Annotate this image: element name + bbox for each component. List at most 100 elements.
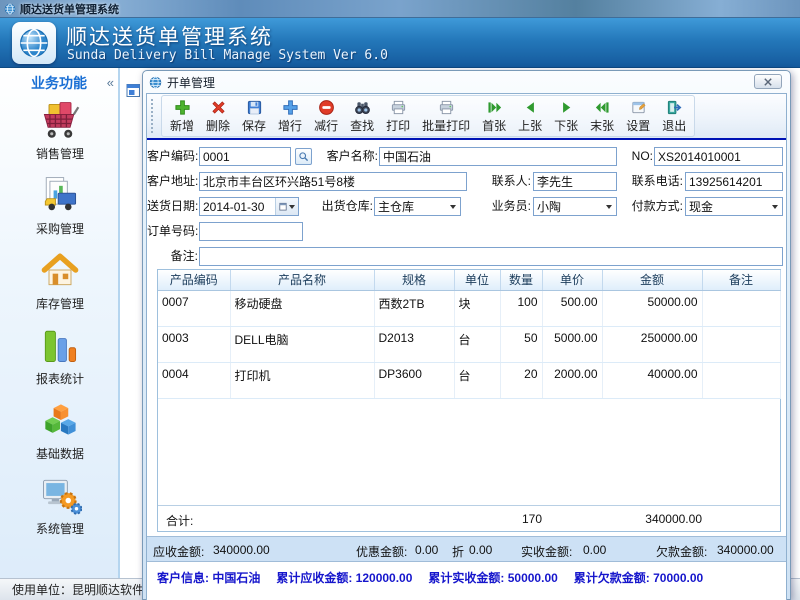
mdi-child-tab-icon[interactable]: [126, 83, 141, 98]
salesman-select[interactable]: 小陶: [533, 197, 617, 216]
contact-input[interactable]: [533, 172, 617, 191]
system-gear-icon: [38, 473, 82, 517]
received-value: 0.00: [583, 543, 606, 557]
printer-icon: [390, 99, 407, 116]
customer-lookup-button[interactable]: [295, 148, 312, 165]
toolbar-drag-handle[interactable]: [151, 99, 155, 133]
cumulative-received-text: 累计实收金额: 50000.00: [428, 569, 557, 600]
customer-name-input[interactable]: [379, 147, 617, 166]
toolbar-button-exit[interactable]: 退出: [656, 97, 692, 135]
inventory-home-icon: [38, 248, 82, 292]
toolbar-button-add-row[interactable]: 增行: [272, 97, 308, 135]
dialog-toolbar: 新增 删除 保存 增行 减行: [147, 94, 786, 138]
search-binoculars-icon: [354, 99, 371, 116]
payment-select[interactable]: 现金: [685, 197, 783, 216]
warehouse-label: 出货仓库:: [313, 197, 373, 216]
product-grid: 产品编码 产品名称 规格 单位 数量 单价 金额 备注 0007 移动硬盘 西数: [157, 269, 781, 532]
remark-input[interactable]: [199, 247, 783, 266]
toolbar-button-find[interactable]: 查找: [344, 97, 380, 135]
customer-name-label: 客户名称:: [316, 147, 378, 166]
toolbar-button-next[interactable]: 下张: [548, 97, 584, 135]
cumulative-debt-text: 累计欠款金额: 70000.00: [574, 569, 703, 600]
order-no-label: 订单号码:: [147, 222, 198, 241]
customer-info-text: 客户信息: 中国石油: [157, 569, 260, 600]
toolbar-button-new[interactable]: 新增: [164, 97, 200, 135]
remove-row-minus-icon: [318, 99, 335, 116]
sidebar-item-reports[interactable]: 报表统计: [0, 323, 120, 398]
dialog-titlebar[interactable]: 开单管理: [143, 71, 790, 93]
col-header-product-name[interactable]: 产品名称: [230, 270, 374, 290]
calendar-dropdown-icon[interactable]: [275, 198, 298, 215]
col-header-qty[interactable]: 数量: [500, 270, 542, 290]
toolbar-button-save[interactable]: 保存: [236, 97, 272, 135]
cumulative-receivable-text: 累计应收金额: 120000.00: [276, 569, 412, 600]
sidebar-item-inventory[interactable]: 库存管理: [0, 248, 120, 323]
calendar-icon: [279, 202, 287, 211]
sidebar-header: 业务功能 «: [0, 68, 118, 98]
toolbar-button-prev[interactable]: 上张: [512, 97, 548, 135]
received-label: 实收金额:: [521, 543, 572, 560]
discount-label: 优惠金额:: [356, 543, 407, 560]
chevron-down-icon: [601, 198, 616, 215]
grid-total-row: 合计: 170 340000.00: [158, 505, 780, 531]
last-record-icon: [594, 99, 611, 116]
customer-code-input[interactable]: [199, 147, 291, 166]
sidebar-item-system[interactable]: 系统管理: [0, 473, 120, 548]
next-record-icon: [558, 99, 575, 116]
table-row[interactable]: 0007 移动硬盘 西数2TB 块 100 500.00 50000.00: [158, 290, 780, 326]
app-title: 顺达送货单管理系统: [66, 21, 273, 51]
contact-label: 联系人:: [487, 172, 531, 191]
col-header-unit[interactable]: 单位: [454, 270, 500, 290]
receivable-value: 340000.00: [213, 543, 270, 557]
product-table: 产品编码 产品名称 规格 单位 数量 单价 金额 备注 0007 移动硬盘 西数: [158, 270, 781, 399]
usage-unit-text: 使用单位：昆明顺达软件科: [12, 581, 156, 598]
prev-record-icon: [522, 99, 539, 116]
table-row[interactable]: 0003 DELL电脑 D2013 台 50 5000.00 250000.00: [158, 326, 780, 362]
toolbar-button-first[interactable]: 首张: [476, 97, 512, 135]
col-header-price[interactable]: 单价: [542, 270, 602, 290]
chevron-down-icon: [767, 198, 782, 215]
sidebar-item-sales[interactable]: 销售管理: [0, 98, 120, 173]
dialog-globe-icon: [149, 76, 162, 89]
add-row-plus-icon: [282, 99, 299, 116]
delivery-date-picker[interactable]: 2014-01-30: [199, 197, 299, 216]
app-header: 顺达送货单管理系统 Sunda Delivery Bill Manage Sys…: [0, 18, 800, 68]
magnifier-icon: [298, 151, 309, 162]
globe-logo-icon: [18, 27, 50, 59]
toolbar-button-delete[interactable]: 删除: [200, 97, 236, 135]
sidebar-item-base-data[interactable]: 基础数据: [0, 398, 120, 473]
window-titlebar[interactable]: 顺达送货单管理系统: [0, 0, 800, 18]
summary-band: 应收金额: 340000.00 优惠金额: 0.00 折 0.00 实收金额: …: [147, 536, 786, 562]
app-globe-icon: [4, 3, 16, 15]
report-barchart-icon: [38, 323, 82, 367]
toolbar-button-print[interactable]: 打印: [380, 97, 416, 135]
discount-value: 0.00: [415, 543, 438, 557]
bill-no-input[interactable]: [654, 147, 783, 166]
sidebar-collapse-button[interactable]: «: [107, 75, 114, 90]
batch-printer-icon: [438, 99, 455, 116]
col-header-product-code[interactable]: 产品编码: [158, 270, 230, 290]
exit-icon: [666, 99, 683, 116]
col-header-spec[interactable]: 规格: [374, 270, 454, 290]
phone-label: 联系电话:: [625, 172, 683, 191]
toolbar-button-last[interactable]: 末张: [584, 97, 620, 135]
dialog-close-button[interactable]: [754, 74, 782, 89]
phone-input[interactable]: [685, 172, 783, 191]
toolbar-button-settings[interactable]: 设置: [620, 97, 656, 135]
order-no-input[interactable]: [199, 222, 303, 241]
receivable-label: 应收金额:: [153, 543, 204, 560]
col-header-remark[interactable]: 备注: [702, 270, 780, 290]
warehouse-select[interactable]: 主仓库: [374, 197, 461, 216]
add-plus-icon: [174, 99, 191, 116]
toolbar-button-remove-row[interactable]: 减行: [308, 97, 344, 135]
app-subtitle: Sunda Delivery Bill Manage System Ver 6.…: [67, 48, 388, 63]
toolbar-button-batch-print[interactable]: 批量打印: [416, 97, 476, 135]
total-amount: 340000.00: [592, 512, 702, 526]
window-title: 顺达送货单管理系统: [20, 1, 119, 17]
dialog-title: 开单管理: [167, 74, 215, 91]
col-header-amount[interactable]: 金额: [602, 270, 702, 290]
save-floppy-icon: [246, 99, 263, 116]
customer-address-input[interactable]: [199, 172, 467, 191]
sidebar-item-purchase[interactable]: 采购管理: [0, 173, 120, 248]
table-row[interactable]: 0004 打印机 DP3600 台 20 2000.00 40000.00: [158, 362, 780, 398]
